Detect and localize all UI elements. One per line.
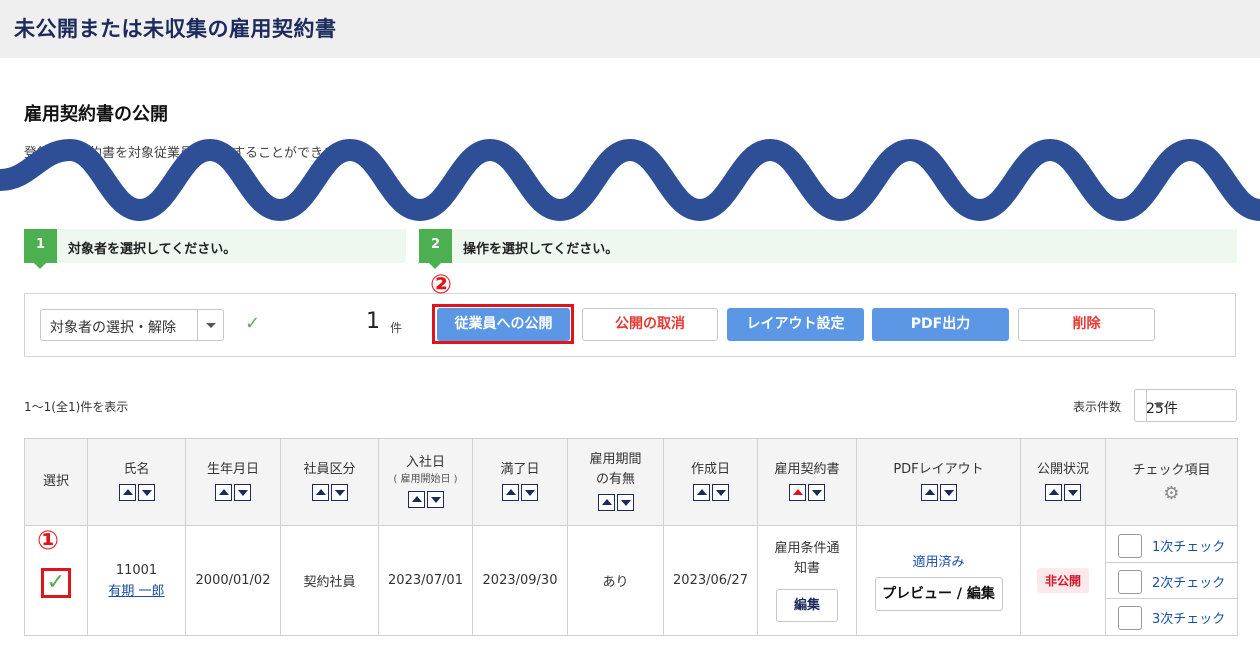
page-header: 未公開または未収集の雇用契約書: [0, 0, 1260, 58]
sort-asc-icon[interactable]: [789, 483, 806, 501]
sort-desc-icon[interactable]: [808, 483, 825, 501]
col-name: 氏名: [87, 438, 186, 526]
sort-asc-icon[interactable]: [118, 483, 136, 501]
pdf-layout-cell: 適用済み プレビュー / 編集: [856, 525, 1021, 636]
selected-count-unit: 件: [390, 321, 403, 335]
col-created: 作成日: [663, 438, 758, 526]
page-title: 未公開または未収集の雇用契約書: [14, 17, 337, 41]
col-select: 選択: [24, 438, 88, 526]
contract-name-2: 知書: [793, 561, 820, 576]
annotation-marker-1: ①: [37, 526, 60, 556]
sort-asc-icon[interactable]: [1045, 483, 1062, 501]
step-1-number: 1: [24, 229, 57, 269]
gear-icon[interactable]: ⚙: [1163, 483, 1179, 504]
per-page-select[interactable]: 25件: [1134, 389, 1237, 422]
sort-asc-icon[interactable]: [692, 483, 710, 501]
table-row: ① ✓ 11001 有期 一郎 2000/01/02 契約社員 2023/07/…: [24, 525, 1238, 636]
col-end: 満了日: [472, 438, 568, 526]
col-status: 公開状況: [1020, 438, 1106, 526]
status-badge: 非公開: [1036, 568, 1089, 593]
created-cell: 2023/06/27: [663, 525, 758, 636]
type-cell: 契約社員: [280, 525, 379, 636]
check-icon: ✓: [245, 313, 261, 334]
wave-divider: [0, 138, 1260, 222]
col-birth: 生年月日: [185, 438, 281, 526]
sort-desc-icon[interactable]: [1064, 483, 1081, 501]
applied-link[interactable]: 適用済み: [857, 551, 1020, 570]
sort-desc-icon[interactable]: [330, 483, 348, 501]
step-2-bar: 2 操作を選択してください。: [419, 229, 1237, 269]
preview-edit-button[interactable]: プレビュー / 編集: [874, 576, 1003, 611]
checks-cell: 1次チェック 2次チェック 3次チェック: [1105, 525, 1238, 636]
sort-asc-icon[interactable]: [920, 483, 938, 501]
hire-cell: 2023/07/01: [378, 525, 473, 636]
per-page-label: 表示件数: [1073, 400, 1122, 414]
step-2-number: 2: [419, 229, 452, 269]
status-cell: 非公開: [1020, 525, 1106, 636]
annotation-marker-2: ②: [430, 270, 453, 300]
pdf-output-button[interactable]: PDF出力: [872, 308, 1009, 341]
birth-cell: 2000/01/02: [185, 525, 281, 636]
delete-button[interactable]: 削除: [1018, 308, 1155, 341]
step-2-label: 操作を選択してください。: [463, 242, 619, 257]
col-checks: チェック項目 ⚙: [1105, 438, 1238, 526]
row-select-checkbox[interactable]: ✓: [41, 568, 71, 598]
col-pdf-layout: PDFレイアウト: [856, 438, 1021, 526]
step-1-bar: 1 対象者を選択してください。: [24, 229, 406, 269]
layout-settings-button[interactable]: レイアウト設定: [727, 308, 864, 341]
section-title: 雇用契約書の公開: [24, 104, 168, 125]
employee-id: 11001: [115, 562, 158, 578]
second-check-checkbox[interactable]: [1118, 569, 1142, 594]
contract-cell: 雇用条件通 知書 編集: [757, 525, 857, 636]
contract-table: 選択 氏名 生年月日 社員区分 入社日 ( 雇用開始日 ) 満了日 雇用期間 の…: [24, 438, 1238, 636]
sort-desc-icon[interactable]: [426, 490, 444, 508]
target-select-label: 対象者の選択・解除: [50, 320, 176, 336]
sort-desc-icon[interactable]: [234, 483, 251, 501]
sort-desc-icon[interactable]: [939, 483, 957, 501]
check-row-3: 3次チェック: [1106, 599, 1237, 635]
col-type: 社員区分: [280, 438, 379, 526]
sort-asc-icon[interactable]: [311, 483, 329, 501]
highlight-frame: [432, 304, 574, 344]
step-1-label: 対象者を選択してください。: [68, 242, 237, 257]
chevron-down-icon: [197, 310, 223, 340]
end-cell: 2023/09/30: [472, 525, 568, 636]
col-period: 雇用期間 の有無: [567, 438, 664, 526]
result-count-text: 1〜1(全1)件を表示: [24, 400, 129, 414]
target-select-dropdown[interactable]: 対象者の選択・解除: [40, 309, 224, 341]
col-contract: 雇用契約書: [757, 438, 857, 526]
employee-name-link[interactable]: 有期 一郎: [88, 580, 185, 599]
sort-desc-icon[interactable]: [521, 483, 538, 501]
table-header-row: 選択 氏名 生年月日 社員区分 入社日 ( 雇用開始日 ) 満了日 雇用期間 の…: [24, 438, 1238, 526]
second-check-link[interactable]: 2次チェック: [1152, 572, 1225, 591]
third-check-link[interactable]: 3次チェック: [1152, 608, 1225, 627]
select-cell: ① ✓: [24, 525, 88, 636]
col-hire: 入社日 ( 雇用開始日 ): [378, 438, 473, 526]
sort-asc-icon[interactable]: [407, 490, 425, 508]
name-cell: 11001 有期 一郎: [87, 525, 186, 636]
chevron-down-icon: [1146, 390, 1170, 421]
check-row-2: 2次チェック: [1106, 563, 1237, 599]
contract-name: 雇用条件通: [774, 541, 840, 556]
first-check-checkbox[interactable]: [1118, 533, 1142, 558]
sort-desc-icon[interactable]: [711, 483, 729, 501]
third-check-checkbox[interactable]: [1118, 605, 1142, 630]
sort-asc-icon[interactable]: [502, 483, 519, 501]
sort-desc-icon[interactable]: [137, 483, 155, 501]
period-cell: あり: [567, 525, 664, 636]
sort-asc-icon[interactable]: [215, 483, 232, 501]
sort-asc-icon[interactable]: [597, 493, 615, 511]
first-check-link[interactable]: 1次チェック: [1152, 536, 1225, 555]
sort-desc-icon[interactable]: [616, 493, 634, 511]
check-row-1: 1次チェック: [1106, 527, 1237, 563]
selected-count: 1: [366, 309, 380, 334]
cancel-publish-button[interactable]: 公開の取消: [582, 308, 718, 341]
edit-button[interactable]: 編集: [776, 589, 838, 622]
